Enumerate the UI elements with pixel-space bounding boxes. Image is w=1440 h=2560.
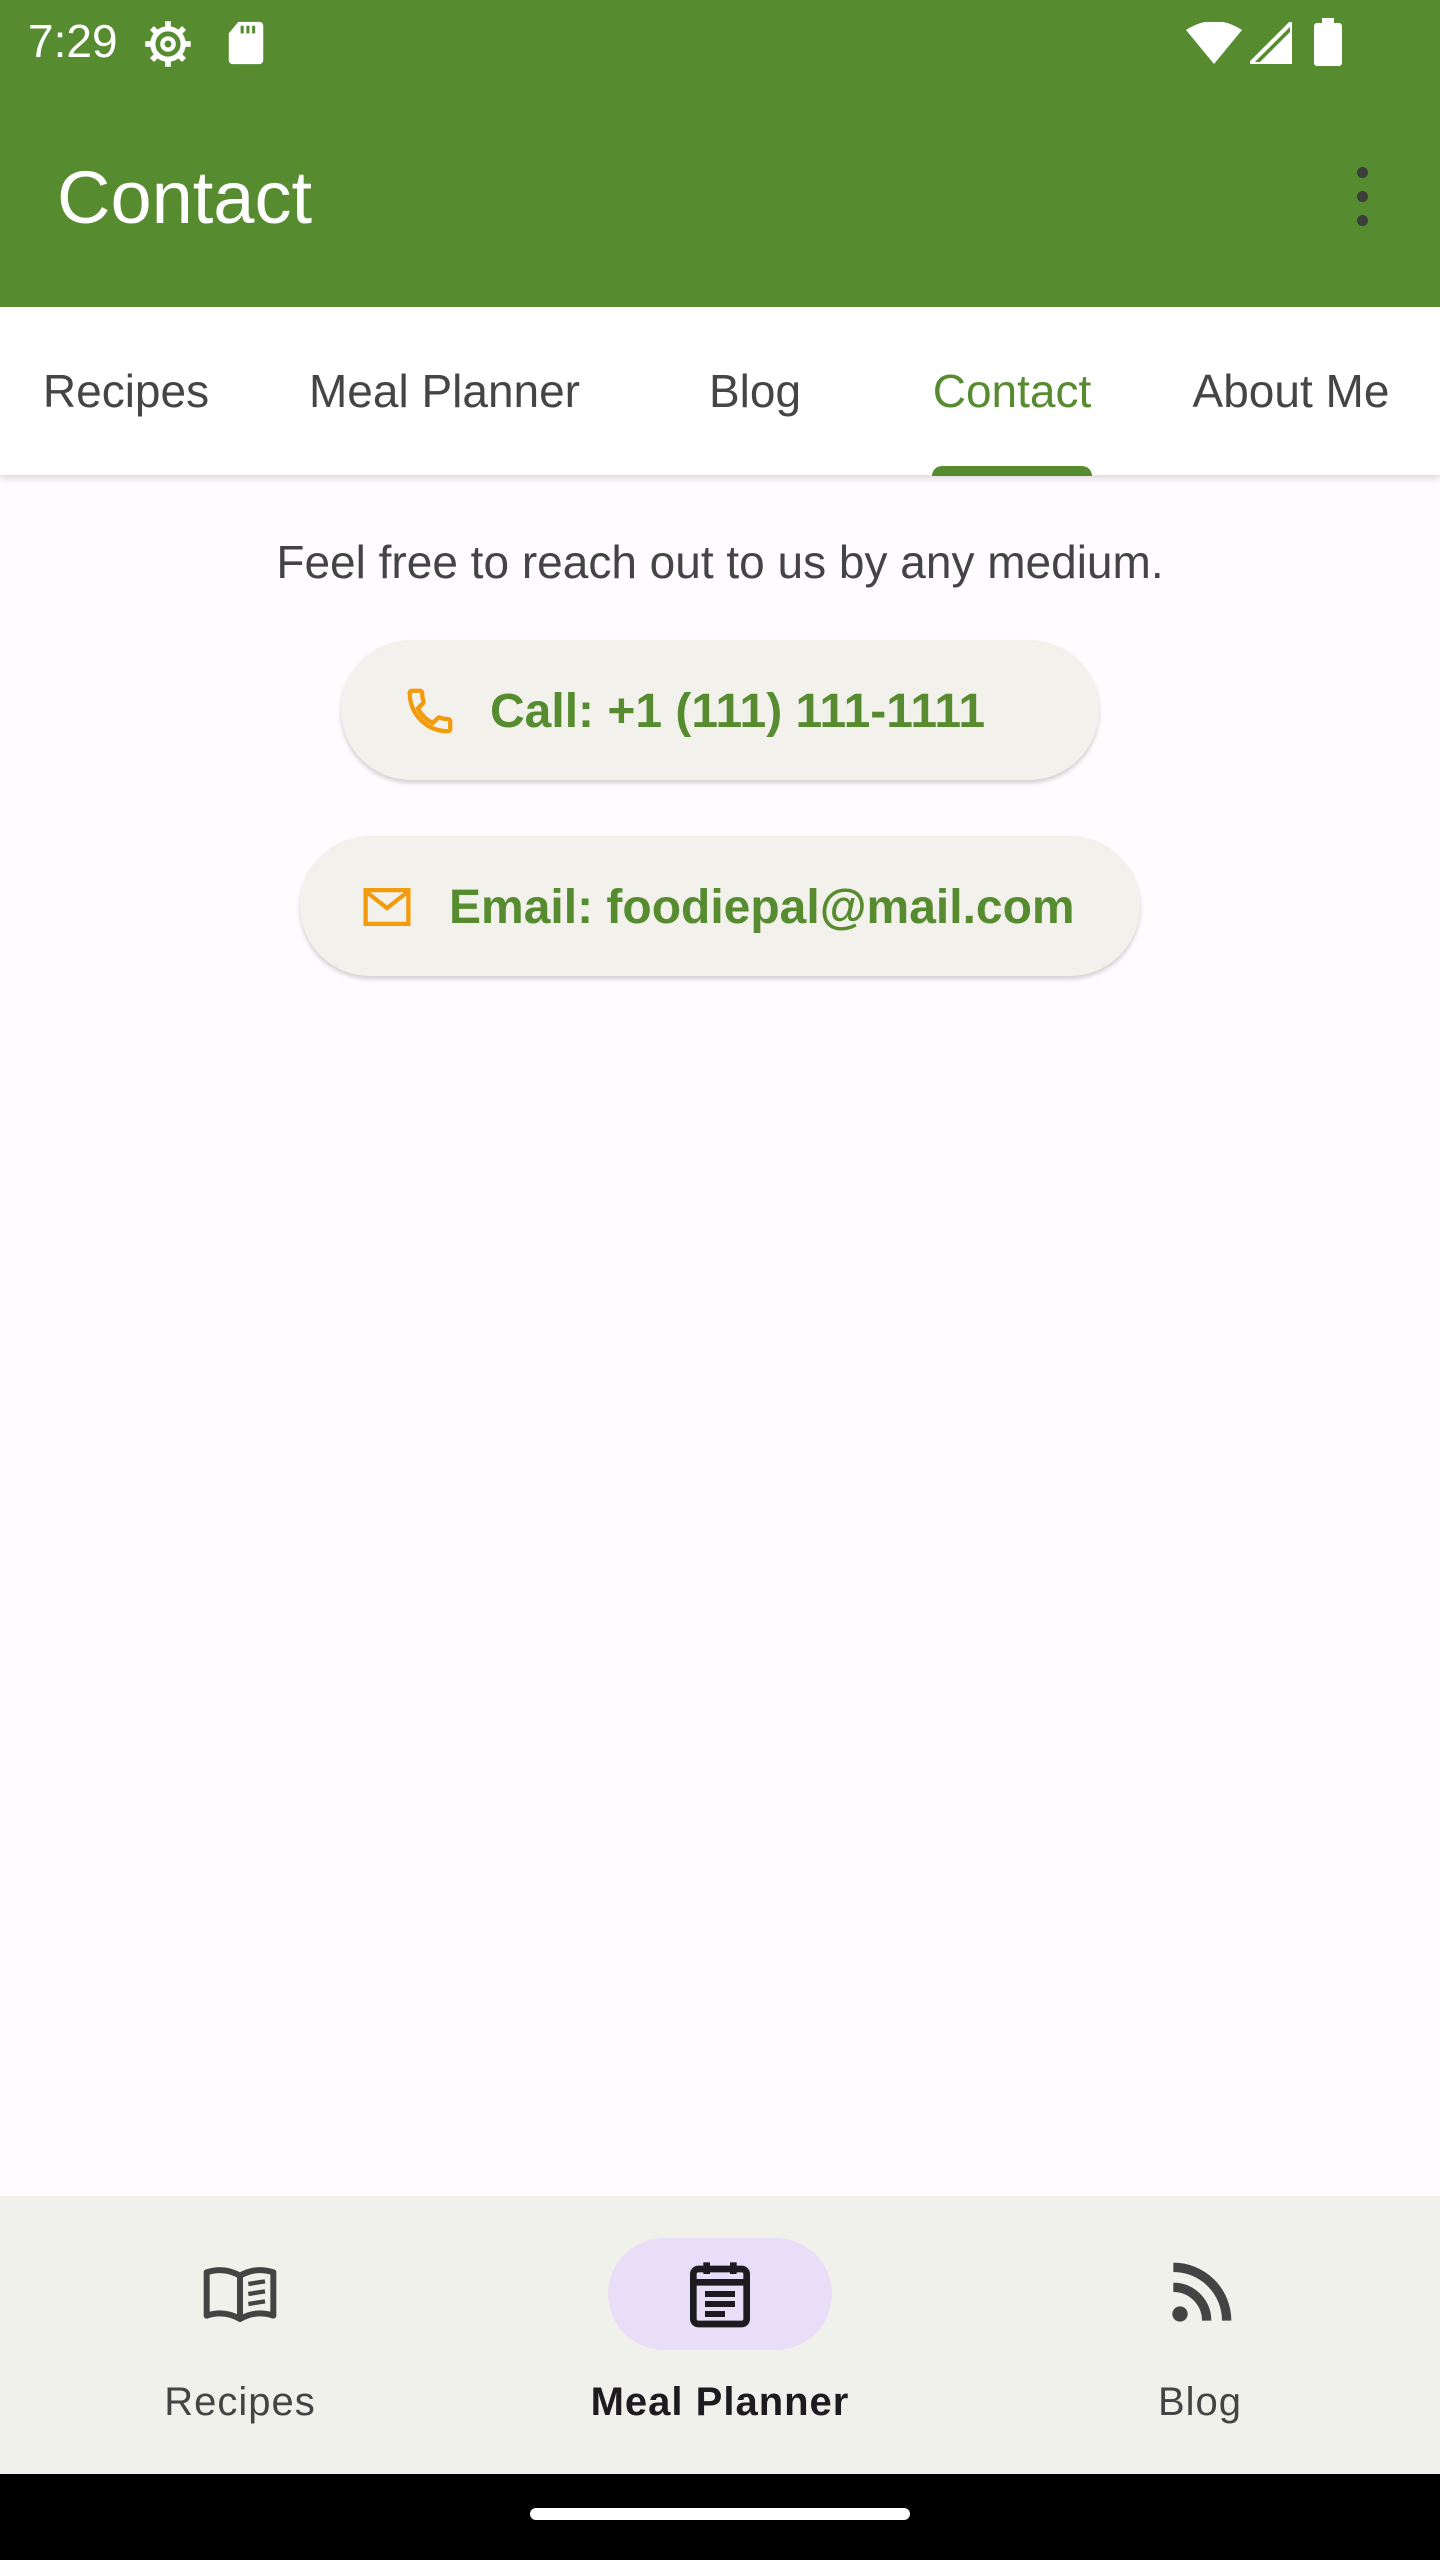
- bottom-nav-recipes[interactable]: Recipes: [0, 2196, 480, 2474]
- bottom-nav-label: Blog: [1157, 2380, 1243, 2424]
- book-icon: [200, 2254, 280, 2334]
- intro-text: Feel free to reach out to us by any medi…: [276, 536, 1164, 588]
- status-time: 7:29: [28, 15, 118, 67]
- tab-blog[interactable]: Blog: [637, 307, 873, 475]
- call-button[interactable]: Call: +1 (111) 111-1111: [341, 640, 1099, 780]
- bottom-nav-blog[interactable]: Blog: [960, 2196, 1440, 2474]
- tab-about-me[interactable]: About Me: [1151, 307, 1431, 475]
- sd-card-icon: [226, 20, 266, 71]
- rss-feed-icon: [1160, 2254, 1240, 2334]
- planner-icon: [680, 2254, 760, 2334]
- email-button[interactable]: Email: foodiepal@mail.com: [300, 836, 1140, 976]
- gesture-handle[interactable]: [530, 2508, 910, 2520]
- battery-icon: [1314, 18, 1342, 71]
- mail-icon: [360, 880, 414, 934]
- page-title: Contact: [57, 156, 313, 239]
- bottom-navigation: Recipes Meal Planner Blog: [0, 2196, 1440, 2474]
- bottom-nav-label: Recipes: [164, 2380, 316, 2424]
- phone-icon: [403, 684, 457, 738]
- more-vert-icon[interactable]: [1330, 155, 1394, 237]
- wifi-icon: [1186, 21, 1242, 69]
- tab-meal-planner[interactable]: Meal Planner: [252, 307, 637, 475]
- bottom-nav-meal-planner[interactable]: Meal Planner: [480, 2196, 960, 2474]
- top-tab-bar: Recipes Meal Planner Blog Contact About …: [0, 307, 1440, 475]
- tab-recipes[interactable]: Recipes: [0, 307, 252, 475]
- status-bar: 7:29: [0, 0, 1440, 84]
- email-label: Email: foodiepal@mail.com: [449, 881, 1075, 934]
- app-bar: 7:29 Contact: [0, 0, 1440, 307]
- tab-contact[interactable]: Contact: [873, 307, 1151, 475]
- cell-signal-icon: [1245, 17, 1294, 69]
- bottom-nav-label: Meal Planner: [590, 2380, 850, 2424]
- active-tab-indicator: [932, 466, 1092, 476]
- settings-gear-icon: [142, 18, 194, 75]
- call-label: Call: +1 (111) 111-1111: [490, 685, 986, 738]
